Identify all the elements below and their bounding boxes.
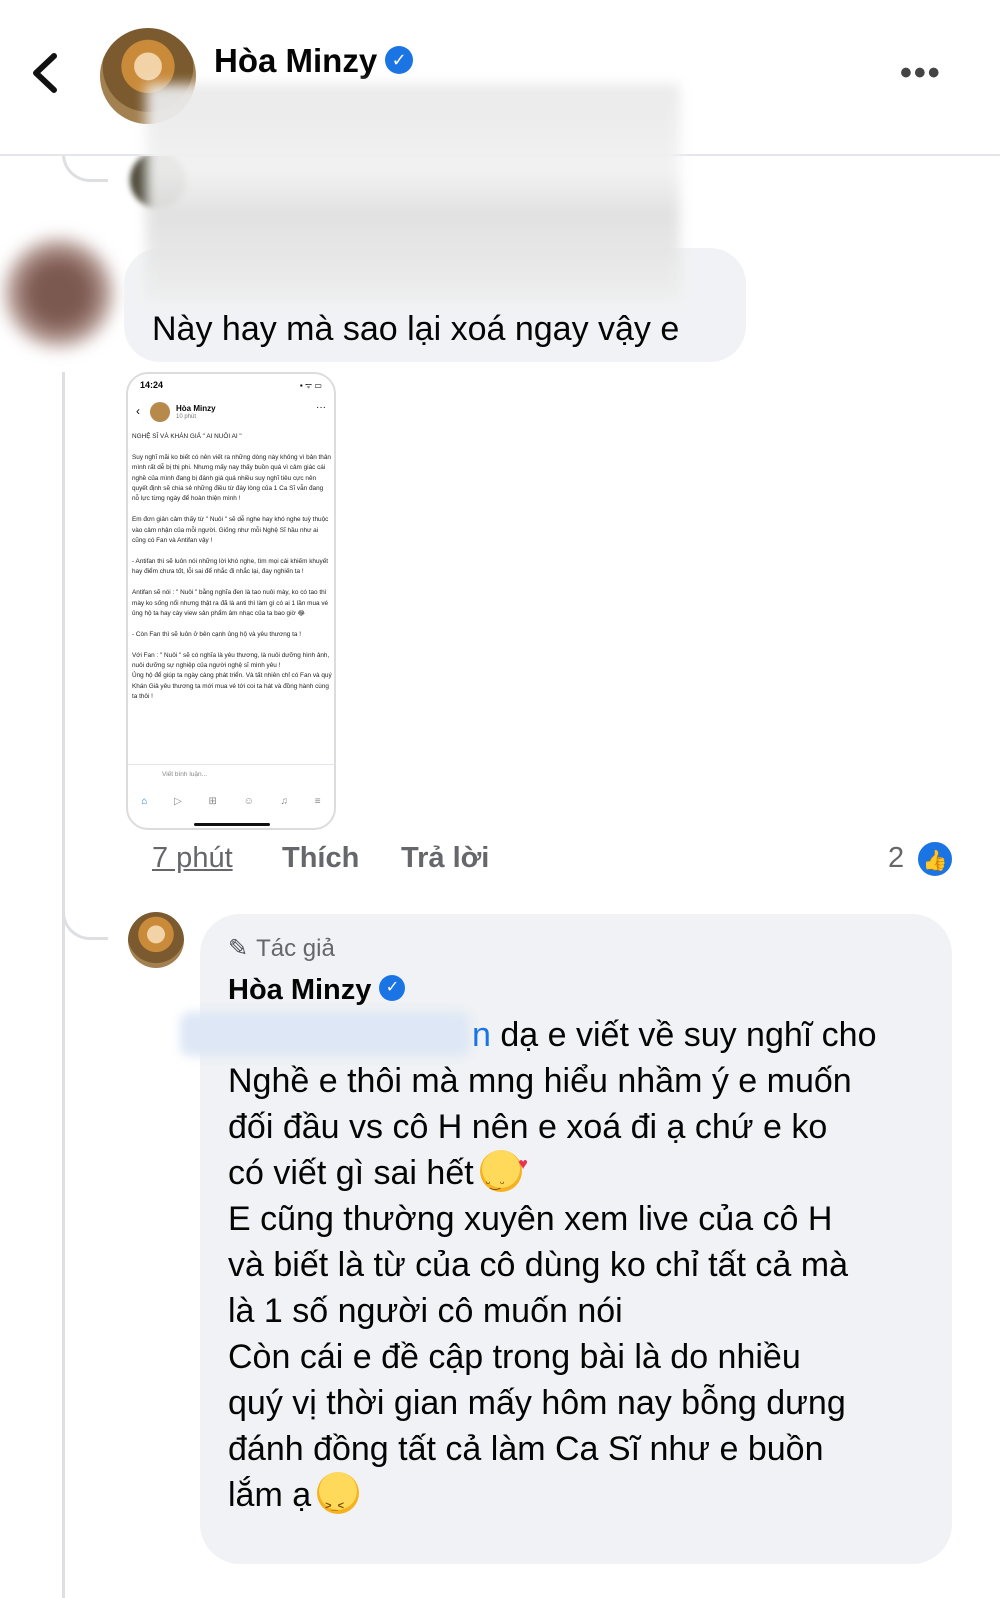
screenshot-comment-placeholder: Viết bình luận... (162, 771, 208, 778)
mention-link[interactable]: n (472, 1016, 491, 1054)
commenter-avatar[interactable] (4, 238, 114, 348)
verified-badge-icon: ✓ (385, 46, 414, 75)
author-badge: ✎ Tác giả (228, 934, 335, 963)
screenshot-more-icon: ··· (316, 402, 326, 413)
reply-author-avatar[interactable] (128, 912, 184, 968)
blurred-region (146, 84, 680, 300)
screenshot-post-body: NGHỆ SĨ VÀ KHÁN GIẢ " AI NUÔI AI " Suy n… (132, 433, 332, 701)
screenshot-comment-bar: Viết bình luận... (128, 764, 334, 786)
screenshot-time-ago: 10 phút (176, 414, 197, 420)
like-reaction-icon[interactable]: 👍 (916, 840, 954, 878)
screenshot-nav-bar: ⌂ ▷ ⊞ ☺ ♫ ≡ (128, 796, 334, 816)
reply-bubble: ✎ Tác giả Hòa Minzy ✓ n dạ e viết về suy n… (180, 914, 952, 1564)
screenshot-back-icon: ‹ (136, 404, 140, 418)
like-button[interactable]: Thích (282, 842, 359, 875)
screenshot-time: 14:24 (140, 380, 164, 390)
reply-button[interactable]: Trả lời (401, 842, 489, 875)
thread-connector (62, 880, 108, 940)
persevering-face-emoji-icon (317, 1472, 360, 1529)
screenshot-name: Hòa Minzy (176, 404, 216, 413)
screenshot-home-indicator (194, 823, 270, 826)
comment-timestamp[interactable]: 7 phút (152, 842, 233, 875)
reply-text-part-2: E cũng thường xuyên xem live của cô H và… (228, 1200, 848, 1514)
screenshot-nav-bell-icon: ♫ (280, 796, 289, 807)
back-arrow-icon[interactable] (26, 48, 66, 98)
screenshot-avatar (150, 402, 170, 422)
more-options-icon[interactable]: ••• (900, 54, 942, 93)
screenshot-nav-home-icon: ⌂ (141, 796, 148, 807)
reply-text: n dạ e viết về suy nghĩ cho Nghề e thôi … (228, 1012, 938, 1529)
author-badge-label: Tác giả (256, 935, 335, 962)
thread-line (62, 372, 65, 1598)
attached-screenshot[interactable]: 14:24 ▪ ᯤ ▭ ‹ Hòa Minzy 10 phút ··· NGHỆ… (126, 372, 336, 830)
comment-text: Này hay mà sao lại xoá ngay vậy e (152, 310, 680, 348)
reply-author-name-text: Hòa Minzy (228, 974, 372, 1006)
author-name[interactable]: Hòa Minzy ✓ (214, 42, 414, 80)
reply-text-part-1: dạ e viết về suy nghĩ cho Nghề e thôi mà… (228, 1016, 877, 1192)
smiling-hearts-emoji-icon (479, 1142, 528, 1206)
pen-icon: ✎ (228, 935, 249, 962)
author-name-text: Hòa Minzy (214, 42, 378, 79)
screenshot-nav-video-icon: ▷ (174, 796, 182, 807)
screenshot-nav-profile-icon: ☺ (243, 796, 254, 807)
screenshot-nav-menu-icon: ≡ (314, 796, 321, 807)
screenshot-nav-market-icon: ⊞ (208, 796, 217, 807)
verified-badge-icon: ✓ (379, 975, 406, 1002)
reaction-count[interactable]: 2 (888, 842, 904, 875)
screenshot-status-icons: ▪ ᯤ ▭ (299, 381, 322, 390)
reply-author-name[interactable]: Hòa Minzy ✓ (228, 974, 406, 1007)
